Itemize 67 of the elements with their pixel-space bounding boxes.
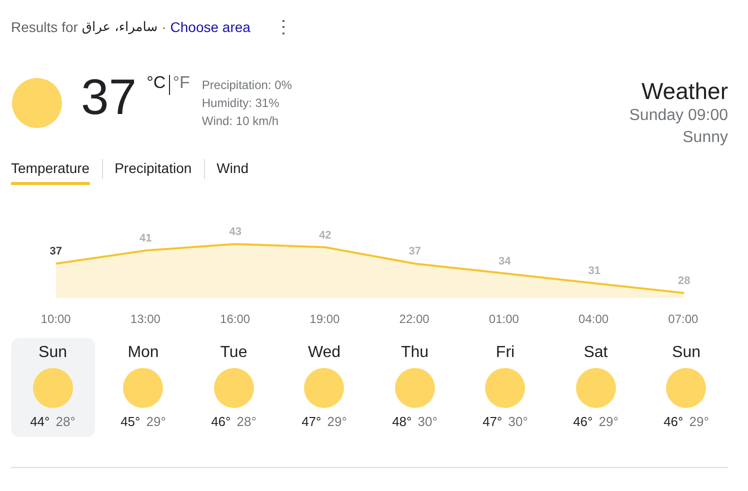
day-name: Wed (308, 344, 341, 362)
more-options-button[interactable]: ⋮ (270, 16, 296, 38)
high-temperature: 46° (664, 414, 684, 429)
time-label: 01:00 (488, 311, 520, 328)
sun-icon (11, 77, 63, 129)
time-label: 07:00 (667, 311, 700, 328)
sun-icon (32, 367, 74, 409)
unit-toggle[interactable]: °F (170, 73, 192, 93)
choose-area-link[interactable]: Choose area (170, 19, 250, 35)
tab[interactable]: Wind (216, 154, 249, 184)
location-name: سامراء، عراق (82, 20, 158, 34)
day-name: Sat (584, 344, 608, 362)
sun-icon (394, 367, 436, 409)
sun-icon (484, 367, 526, 409)
high-temperature: 45° (120, 414, 140, 429)
unit-toggle[interactable]: °C (144, 73, 168, 93)
time-label: 10:00 (40, 311, 72, 328)
low-temperature: 29° (598, 414, 618, 429)
high-temperature: 46° (211, 414, 231, 429)
tab[interactable]: Temperature (11, 154, 90, 184)
low-temperature: 30° (418, 414, 438, 429)
low-temperature: 29° (689, 414, 709, 429)
high-temperature: 46° (573, 414, 593, 429)
low-temperature: 28° (236, 414, 256, 429)
high-temperature: 47° (302, 414, 322, 429)
low-temperature: 29° (327, 414, 347, 429)
low-temperature: 28° (56, 414, 76, 429)
sun-icon (122, 367, 164, 409)
weather-condition: Sunny (682, 128, 728, 148)
high-temperature: 44° (30, 414, 50, 429)
sun-icon (303, 367, 346, 409)
weather-time: Sunday 09:00 (629, 106, 728, 126)
low-temperature: 30° (508, 414, 528, 429)
sun-icon (212, 367, 255, 409)
results-label: Results for (11, 19, 78, 35)
time-label: 22:00 (398, 311, 430, 328)
weather-detail: Precipitation: 0% (202, 77, 292, 94)
high-temperature: 48° (392, 414, 412, 429)
day-name: Mon (128, 344, 159, 362)
high-temperature: 47° (482, 414, 502, 429)
day-name: Thu (400, 344, 429, 362)
day-name: Tue (220, 344, 248, 362)
weather-detail: Humidity: 31% (202, 95, 280, 112)
sun-icon (665, 367, 708, 409)
tab[interactable]: Precipitation (114, 154, 192, 184)
current-temperature: 37 (81, 69, 137, 125)
data-label: 43 (229, 226, 242, 238)
data-label: 31 (588, 265, 600, 278)
data-label: 28 (678, 275, 690, 288)
sun-icon (574, 367, 617, 409)
data-label: 42 (319, 229, 332, 242)
time-label: 04:00 (578, 311, 610, 328)
low-temperature: 29° (146, 414, 166, 429)
data-label: 34 (498, 255, 511, 268)
day-name: Sun (672, 344, 700, 362)
weather-detail: Wind: 10 km/h (202, 113, 280, 130)
data-label: 41 (140, 232, 152, 245)
time-label: 13:00 (129, 311, 162, 328)
time-label: 16:00 (219, 311, 252, 328)
data-label: 37 (50, 246, 62, 258)
time-label: 19:00 (308, 311, 341, 328)
day-forecast[interactable]: Sun 44° 28° (11, 338, 94, 437)
separator-dot: · (162, 19, 166, 35)
day-name: Sun (38, 344, 67, 362)
day-name: Fri (496, 344, 515, 362)
weather-title: Weather (641, 77, 728, 105)
data-label: 37 (408, 246, 421, 258)
